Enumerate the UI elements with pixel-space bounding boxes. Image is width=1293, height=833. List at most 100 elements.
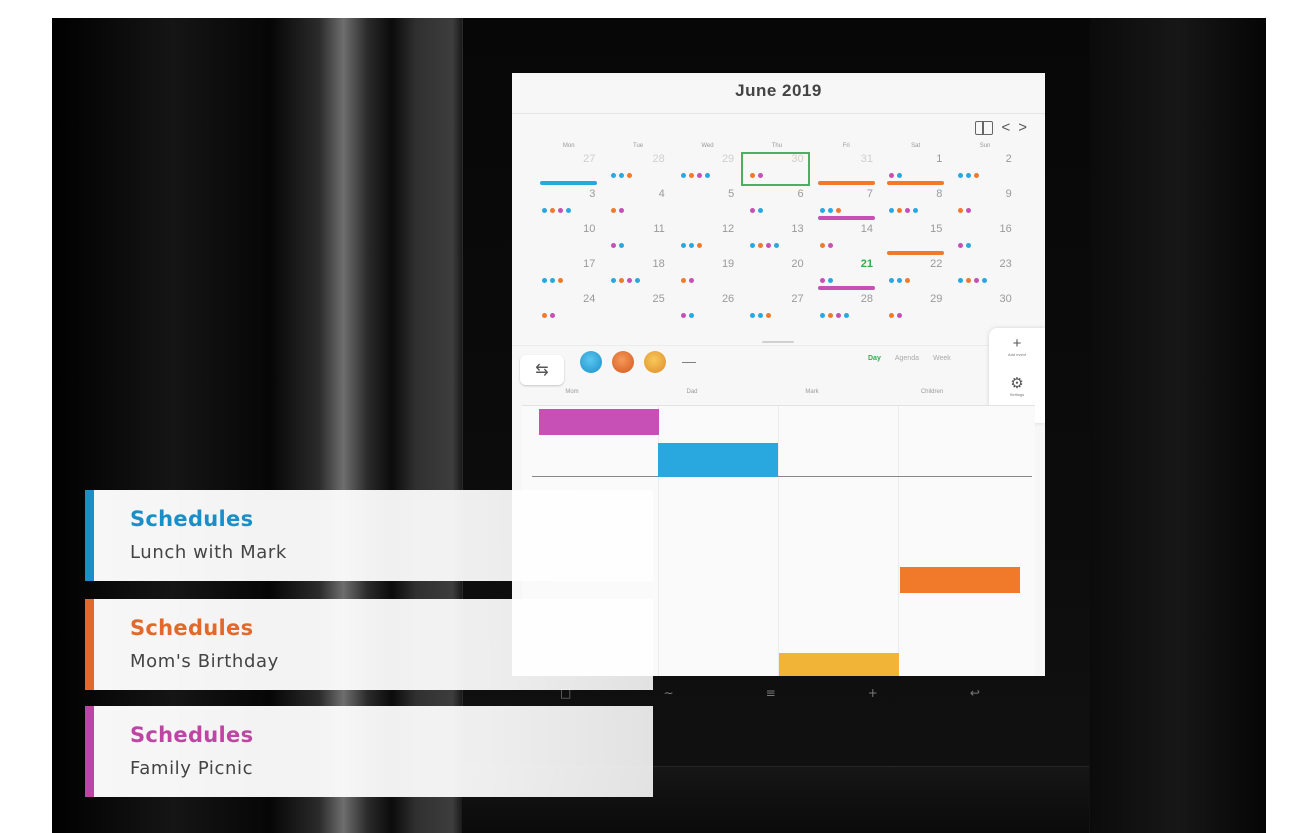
tab-day[interactable]: Day: [868, 355, 881, 362]
day-cell-number[interactable]: 17: [573, 258, 595, 270]
event-block-pink[interactable]: [539, 409, 659, 435]
day-cell-number[interactable]: 22: [920, 258, 942, 270]
event-dot: [611, 278, 617, 283]
event-dots: [680, 278, 694, 283]
day-cell-number[interactable]: 13: [782, 223, 803, 235]
day-cell-number[interactable]: 5: [712, 188, 734, 200]
event-dot: [897, 278, 902, 283]
drag-handle[interactable]: [762, 341, 794, 343]
day-cell-number[interactable]: 3: [573, 188, 595, 200]
multi-day-event-bar[interactable]: [817, 181, 875, 185]
event-dot: [974, 278, 980, 283]
more-members-icon[interactable]: —: [682, 353, 696, 369]
header-divider: [512, 113, 1045, 114]
avatar: [580, 351, 602, 373]
day-cell-number[interactable]: 14: [851, 223, 873, 235]
event-dot: [550, 313, 555, 318]
add-event-button[interactable]: + Add event: [989, 335, 1045, 358]
member-avatar-dad[interactable]: [612, 351, 634, 373]
event-dots: [889, 313, 902, 318]
member-avatar-mark[interactable]: [644, 351, 666, 373]
day-cell-number[interactable]: 29: [920, 293, 942, 305]
day-cell-number[interactable]: 4: [643, 188, 665, 200]
prev-month-button[interactable]: <: [1001, 119, 1010, 136]
day-cell-number[interactable]: 2: [990, 153, 1012, 165]
event-dot: [827, 243, 833, 248]
tab-week[interactable]: Week: [933, 355, 951, 362]
day-cell-number[interactable]: 27: [573, 153, 595, 165]
event-dot: [627, 278, 633, 283]
event-block-blue[interactable]: [658, 443, 778, 477]
current-time-line: [532, 476, 1032, 477]
event-dot: [542, 208, 547, 213]
weekday-label: Sun: [979, 143, 991, 149]
event-dot: [819, 243, 825, 248]
event-dot: [558, 278, 563, 283]
back-button[interactable]: ⇆: [520, 355, 564, 385]
event-dot: [558, 208, 563, 213]
event-dot: [966, 243, 972, 248]
multi-day-event-bar[interactable]: [887, 181, 945, 185]
event-dot: [619, 208, 625, 213]
event-dots: [542, 208, 571, 213]
family-hub-screen: June 2019 < > Mon Tue Wed Thu Fri Sat Su…: [512, 73, 1045, 676]
day-cell-number[interactable]: 19: [712, 258, 734, 270]
event-dot: [680, 313, 686, 318]
event-dot: [897, 313, 902, 318]
event-dot: [819, 208, 825, 213]
day-cell-number[interactable]: 10: [573, 223, 595, 235]
day-cell-number[interactable]: 26: [712, 293, 734, 305]
plus-icon: +: [1012, 335, 1022, 352]
section-divider: [512, 345, 1045, 346]
event-dot: [889, 278, 894, 283]
day-cell-number[interactable]: 23: [990, 258, 1012, 270]
day-cell-number[interactable]: 11: [643, 223, 664, 235]
event-dot: [827, 313, 833, 318]
day-cell-number[interactable]: 15: [920, 223, 942, 235]
multi-day-event-bar[interactable]: [540, 181, 598, 185]
day-cell-number[interactable]: 12: [712, 223, 734, 235]
day-cell-number[interactable]: 25: [643, 293, 665, 305]
callout-subtitle: Mom's Birthday: [130, 651, 279, 672]
add-icon[interactable]: +: [868, 686, 878, 700]
event-dot: [758, 313, 764, 318]
tool-label: Add event: [1007, 352, 1026, 357]
event-dot: [619, 173, 625, 178]
callout-title: Schedules: [130, 723, 254, 747]
day-cell-number[interactable]: 31: [851, 153, 873, 165]
multi-day-event-bar[interactable]: [817, 216, 875, 220]
day-cell-number[interactable]: 30: [990, 293, 1012, 305]
day-cell-number[interactable]: 7: [851, 188, 873, 200]
tab-agenda[interactable]: Agenda: [895, 355, 919, 362]
multi-day-event-bar[interactable]: [887, 251, 945, 255]
day-cell-number[interactable]: 18: [643, 258, 665, 270]
next-month-button[interactable]: >: [1018, 119, 1027, 136]
swipe-icon[interactable]: ∼: [663, 686, 673, 700]
multi-day-event-bar[interactable]: [817, 286, 875, 290]
day-cell-number[interactable]: 8: [920, 188, 942, 200]
callout-title: Schedules: [130, 507, 254, 531]
calendar-view-icon[interactable]: [975, 121, 994, 135]
day-cell-number[interactable]: 9: [990, 188, 1012, 200]
day-cell-number[interactable]: 29: [712, 153, 734, 165]
event-dots: [889, 173, 902, 178]
back-icon[interactable]: ↩: [970, 686, 980, 700]
day-cell-number[interactable]: 21: [851, 258, 873, 270]
day-cell-number[interactable]: 24: [573, 293, 595, 305]
day-cell-number[interactable]: 6: [782, 188, 803, 200]
day-cell-number[interactable]: 27: [782, 293, 803, 305]
event-dot: [958, 243, 964, 248]
day-cell-number[interactable]: 28: [851, 293, 873, 305]
menu-icon[interactable]: ≡: [766, 686, 776, 700]
event-block-yellow[interactable]: [779, 653, 899, 676]
day-cell-number[interactable]: 28: [643, 153, 665, 165]
event-block-orange[interactable]: [900, 567, 1020, 593]
settings-button[interactable]: ⚙ Settings: [989, 376, 1045, 398]
event-dots: [819, 313, 849, 318]
member-avatar-mom[interactable]: [580, 351, 602, 373]
color-strip: [85, 706, 94, 797]
day-cell-number[interactable]: 16: [990, 223, 1012, 235]
day-cell-number[interactable]: 20: [782, 258, 803, 270]
schedule-callout-2: Schedules Mom's Birthday: [85, 599, 653, 690]
day-cell-number[interactable]: 1: [920, 153, 942, 165]
